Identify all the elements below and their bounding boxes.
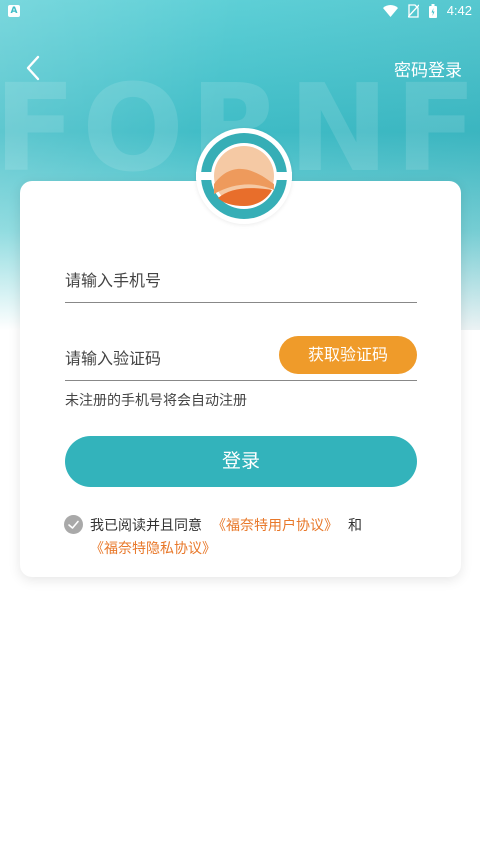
agreement-prefix: 我已阅读并且同意 <box>90 518 202 534</box>
back-button[interactable] <box>22 54 46 82</box>
phone-input[interactable]: 请输入手机号 <box>65 256 417 303</box>
clock: 4:42 <box>446 3 472 18</box>
agreement-text-line2: 《福奈特隐私协议》 <box>90 538 216 558</box>
privacy-agreement-link[interactable]: 《福奈特隐私协议》 <box>90 541 216 557</box>
wifi-icon <box>382 4 398 17</box>
login-button[interactable]: 登录 <box>65 436 417 487</box>
verification-code-input[interactable]: 请输入验证码 获取验证码 <box>65 334 417 381</box>
app-logo <box>196 128 292 224</box>
status-icons: 4:42 <box>382 3 472 18</box>
logo-icon <box>196 133 292 219</box>
agreement-conjunction: 和 <box>348 518 362 534</box>
check-icon <box>68 520 79 529</box>
notification-icon: A <box>8 5 20 17</box>
user-agreement-link[interactable]: 《福奈特用户协议》 <box>212 518 338 534</box>
password-login-link[interactable]: 密码登录 <box>394 56 462 81</box>
phone-placeholder: 请输入手机号 <box>65 271 162 290</box>
battery-icon <box>428 3 437 18</box>
status-bar: A 4:42 <box>0 0 480 24</box>
no-sim-icon <box>407 3 419 18</box>
agreement-text: 我已阅读并且同意 《福奈特用户协议》和 <box>90 515 362 535</box>
auto-register-hint: 未注册的手机号将会自动注册 <box>65 393 247 409</box>
chevron-left-icon <box>26 55 40 81</box>
get-code-button[interactable]: 获取验证码 <box>279 336 417 374</box>
code-placeholder: 请输入验证码 <box>65 349 162 368</box>
agreement-checkbox[interactable] <box>64 515 83 534</box>
